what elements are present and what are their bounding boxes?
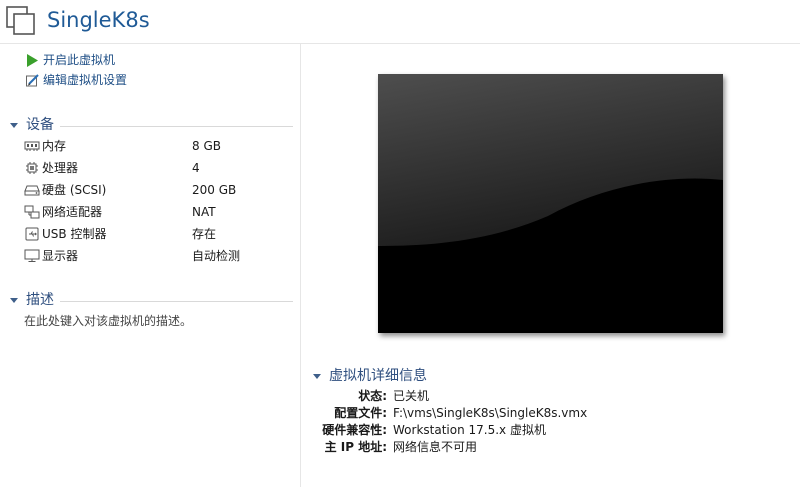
edit-settings-icon: [26, 73, 39, 86]
hard-disk-icon: [24, 185, 40, 196]
network-adapter-icon: [24, 205, 40, 219]
device-row-memory[interactable]: 内存 8 GB: [24, 136, 294, 156]
display-icon: [24, 249, 40, 262]
detail-value: F:\vms\SingleK8s\SingleK8s.vmx: [393, 406, 588, 420]
device-label: 显示器: [42, 249, 79, 263]
description-section-header[interactable]: 描述: [10, 291, 293, 309]
description-input[interactable]: 在此处键入对该虚拟机的描述。: [24, 313, 192, 329]
device-row-cpu[interactable]: 处理器 4: [24, 158, 294, 178]
memory-icon: [24, 141, 40, 151]
device-value: 存在: [192, 227, 217, 241]
collapse-triangle-icon: [313, 373, 321, 379]
detail-row-status: 状态: 已关机: [300, 387, 790, 405]
devices-section-title: 设备: [26, 117, 54, 133]
device-label: USB 控制器: [42, 227, 107, 241]
device-label: 网络适配器: [42, 205, 103, 219]
device-label: 内存: [42, 139, 67, 153]
device-value: NAT: [192, 205, 216, 219]
play-icon: [27, 53, 38, 67]
device-label: 硬盘 (SCSI): [42, 183, 107, 197]
edit-vm-settings-label: 编辑虚拟机设置: [43, 73, 128, 87]
device-row-display[interactable]: 显示器 自动检测: [24, 246, 294, 266]
devices-section-header[interactable]: 设备: [10, 116, 293, 134]
virtual-machine-icon: [6, 6, 35, 35]
section-divider: [60, 300, 293, 302]
detail-key: 状态:: [358, 389, 387, 403]
device-label: 处理器: [42, 161, 79, 175]
device-value: 自动检测: [192, 249, 241, 263]
detail-key: 主 IP 地址:: [324, 440, 387, 454]
usb-icon: [25, 227, 39, 241]
power-on-vm-label: 开启此虚拟机: [43, 53, 116, 67]
edit-vm-settings-link[interactable]: 编辑虚拟机设置: [25, 71, 127, 89]
device-value: 200 GB: [192, 183, 237, 197]
device-row-hard-disk[interactable]: 硬盘 (SCSI) 200 GB: [24, 180, 294, 200]
vm-details-section-title: 虚拟机详细信息: [329, 368, 427, 384]
vm-header: SingleK8s: [0, 0, 800, 44]
detail-row-config-file: 配置文件: F:\vms\SingleK8s\SingleK8s.vmx: [300, 404, 790, 422]
section-divider: [60, 125, 293, 127]
power-on-vm-link[interactable]: 开启此虚拟机: [25, 51, 115, 69]
detail-value: 已关机: [393, 389, 430, 403]
device-row-usb-controller[interactable]: USB 控制器 存在: [24, 224, 294, 244]
vm-details-section-header[interactable]: 虚拟机详细信息: [313, 367, 793, 385]
vm-screen-graphic: [378, 74, 723, 333]
description-section-title: 描述: [26, 292, 54, 308]
detail-value: 网络信息不可用: [393, 440, 478, 454]
vm-title: SingleK8s: [47, 8, 150, 32]
device-value: 8 GB: [192, 139, 221, 153]
cpu-icon: [26, 162, 38, 174]
device-value: 4: [192, 161, 200, 175]
collapse-triangle-icon: [10, 122, 18, 128]
detail-value: Workstation 17.5.x 虚拟机: [393, 423, 546, 437]
detail-key: 配置文件:: [334, 406, 387, 420]
detail-row-primary-ip: 主 IP 地址: 网络信息不可用: [300, 438, 790, 456]
device-row-network-adapter[interactable]: 网络适配器 NAT: [24, 202, 294, 222]
detail-key: 硬件兼容性:: [322, 423, 387, 437]
vm-screen-preview[interactable]: [378, 74, 723, 333]
collapse-triangle-icon: [10, 297, 18, 303]
detail-row-hardware-compat: 硬件兼容性: Workstation 17.5.x 虚拟机: [300, 421, 790, 439]
